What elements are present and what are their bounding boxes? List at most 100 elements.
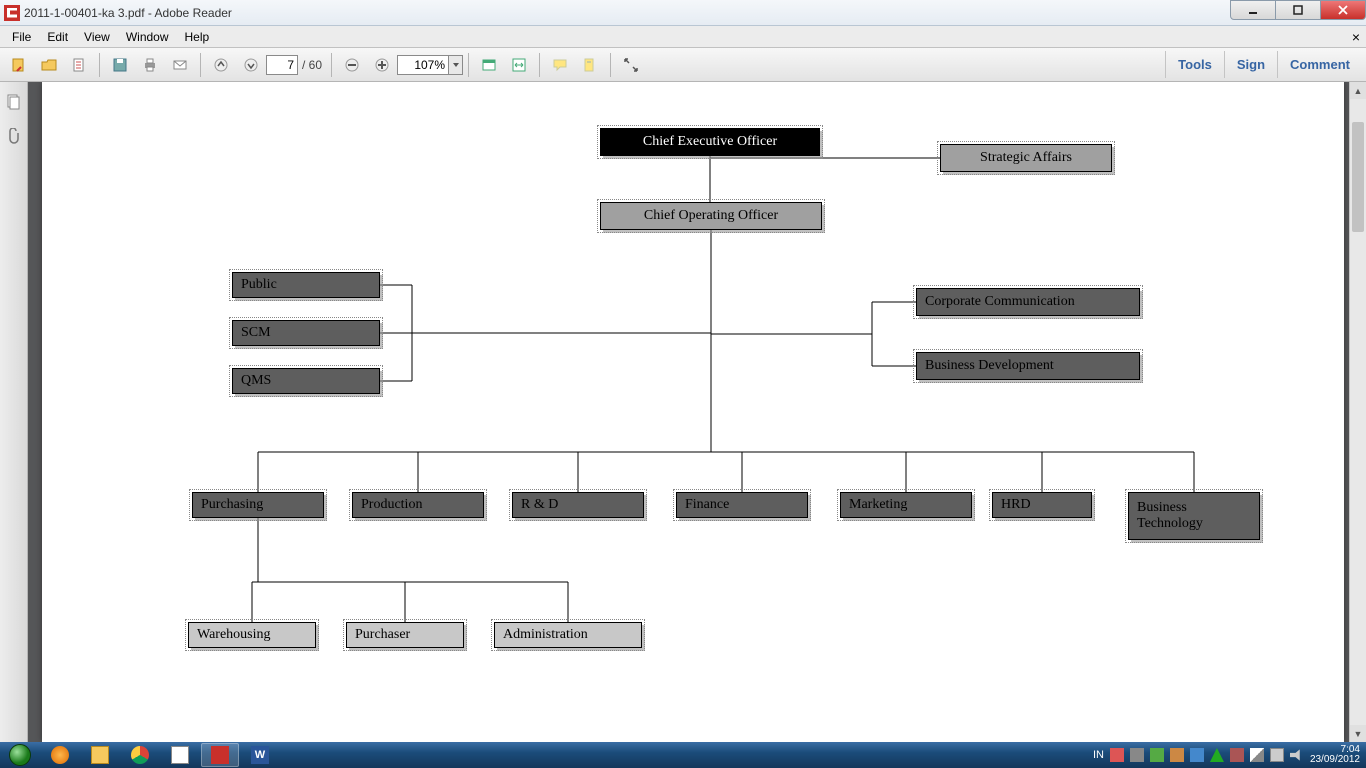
- tray-icon[interactable]: [1210, 748, 1224, 762]
- window-title: 2011-1-00401-ka 3.pdf - Adobe Reader: [24, 6, 232, 20]
- clock-date: 23/09/2012: [1310, 755, 1360, 766]
- taskbar-explorer[interactable]: [81, 743, 119, 767]
- fit-window-icon[interactable]: [476, 52, 502, 78]
- thumbnails-icon[interactable]: [4, 92, 24, 112]
- firefox-icon: [51, 746, 69, 764]
- titlebar: 2011-1-00401-ka 3.pdf - Adobe Reader: [0, 0, 1366, 26]
- org-node-purchasing: Purchasing: [192, 492, 324, 518]
- page-up-icon[interactable]: [208, 52, 234, 78]
- org-chart: Chief Executive Officer Strategic Affairs…: [42, 82, 1344, 742]
- comment-icon[interactable]: [547, 52, 573, 78]
- email-icon[interactable]: [167, 52, 193, 78]
- tray-icon[interactable]: [1110, 748, 1124, 762]
- vertical-scrollbar[interactable]: ▲ ▼: [1349, 82, 1366, 742]
- pdf-page: Chief Executive Officer Strategic Affairs…: [42, 82, 1344, 742]
- scroll-down-icon[interactable]: ▼: [1350, 725, 1366, 742]
- clock[interactable]: 7:04 23/09/2012: [1310, 745, 1360, 766]
- org-node-strategic: Strategic Affairs: [940, 144, 1112, 172]
- volume-icon[interactable]: [1290, 748, 1304, 762]
- org-node-corpcomm: Corporate Communication: [916, 288, 1140, 316]
- maximize-button[interactable]: [1275, 0, 1321, 20]
- minimize-button[interactable]: [1230, 0, 1276, 20]
- scroll-up-icon[interactable]: ▲: [1350, 82, 1366, 99]
- attachments-icon[interactable]: [4, 126, 24, 146]
- taskbar-firefox[interactable]: [41, 743, 79, 767]
- tools-link[interactable]: Tools: [1165, 51, 1224, 78]
- menu-window[interactable]: Window: [118, 28, 177, 46]
- toolbar: / 60 Tools Sign Comment: [0, 48, 1366, 82]
- menu-help[interactable]: Help: [177, 28, 218, 46]
- system-tray: IN 7:04 23/09/2012: [1087, 745, 1366, 766]
- org-node-hrd: HRD: [992, 492, 1092, 518]
- fit-width-icon[interactable]: [506, 52, 532, 78]
- tray-icon[interactable]: [1170, 748, 1184, 762]
- chrome-icon: [131, 746, 149, 764]
- toolbar-separator: [99, 53, 100, 77]
- org-node-public: Public: [232, 272, 380, 298]
- document-area: Chief Executive Officer Strategic Affairs…: [28, 82, 1366, 742]
- document-close-icon[interactable]: ×: [1352, 29, 1360, 45]
- side-panel-rail: [0, 82, 28, 742]
- org-node-purchaser: Purchaser: [346, 622, 464, 648]
- network-icon[interactable]: [1250, 748, 1264, 762]
- toolbar-separator: [539, 53, 540, 77]
- org-node-bizdev: Business Development: [916, 352, 1140, 380]
- tray-icon[interactable]: [1190, 748, 1204, 762]
- org-node-qms: QMS: [232, 368, 380, 394]
- scroll-thumb[interactable]: [1352, 122, 1364, 232]
- start-button[interactable]: [0, 742, 40, 768]
- create-pdf-icon[interactable]: [66, 52, 92, 78]
- adobe-reader-icon: [4, 5, 20, 21]
- menu-file[interactable]: File: [4, 28, 39, 46]
- menu-edit[interactable]: Edit: [39, 28, 76, 46]
- menu-view[interactable]: View: [76, 28, 118, 46]
- toolbar-right: Tools Sign Comment: [1165, 51, 1362, 78]
- adobe-reader-icon: [211, 746, 229, 764]
- save-icon[interactable]: [107, 52, 133, 78]
- word-icon: W: [251, 746, 269, 764]
- org-node-finance: Finance: [676, 492, 808, 518]
- zoom-input[interactable]: [397, 55, 449, 75]
- org-node-production: Production: [352, 492, 484, 518]
- taskbar-app1[interactable]: [161, 743, 199, 767]
- document-icon: [171, 746, 189, 764]
- taskbar-adobe-reader[interactable]: [201, 743, 239, 767]
- close-button[interactable]: [1320, 0, 1366, 20]
- taskbar-chrome[interactable]: [121, 743, 159, 767]
- highlight-icon[interactable]: [577, 52, 603, 78]
- org-node-warehousing: Warehousing: [188, 622, 316, 648]
- export-pdf-icon[interactable]: [6, 52, 32, 78]
- toolbar-separator: [200, 53, 201, 77]
- page-number-input[interactable]: [266, 55, 298, 75]
- tray-icon[interactable]: [1150, 748, 1164, 762]
- zoom-out-icon[interactable]: [339, 52, 365, 78]
- toolbar-separator: [331, 53, 332, 77]
- tray-icon[interactable]: [1230, 748, 1244, 762]
- org-node-rnd: R & D: [512, 492, 644, 518]
- org-node-admin: Administration: [494, 622, 642, 648]
- sign-link[interactable]: Sign: [1224, 51, 1277, 78]
- page-down-icon[interactable]: [238, 52, 264, 78]
- org-node-scm: SCM: [232, 320, 380, 346]
- toolbar-separator: [610, 53, 611, 77]
- folder-icon: [91, 746, 109, 764]
- page-total-label: / 60: [302, 58, 322, 72]
- print-icon[interactable]: [137, 52, 163, 78]
- comment-link[interactable]: Comment: [1277, 51, 1362, 78]
- tray-icon[interactable]: [1130, 748, 1144, 762]
- read-mode-icon[interactable]: [618, 52, 644, 78]
- org-node-ceo: Chief Executive Officer: [600, 128, 820, 156]
- taskbar: W IN 7:04 23/09/2012: [0, 742, 1366, 768]
- open-icon[interactable]: [36, 52, 62, 78]
- zoom-in-icon[interactable]: [369, 52, 395, 78]
- menubar: File Edit View Window Help ×: [0, 26, 1366, 48]
- battery-icon[interactable]: [1270, 748, 1284, 762]
- toolbar-separator: [468, 53, 469, 77]
- taskbar-word[interactable]: W: [241, 743, 279, 767]
- org-node-coo: Chief Operating Officer: [600, 202, 822, 230]
- windows-logo-icon: [9, 744, 31, 766]
- language-indicator[interactable]: IN: [1093, 749, 1104, 761]
- org-node-biztech: Business Technology: [1128, 492, 1260, 540]
- window-controls: [1231, 0, 1366, 20]
- zoom-dropdown-icon[interactable]: [449, 55, 463, 75]
